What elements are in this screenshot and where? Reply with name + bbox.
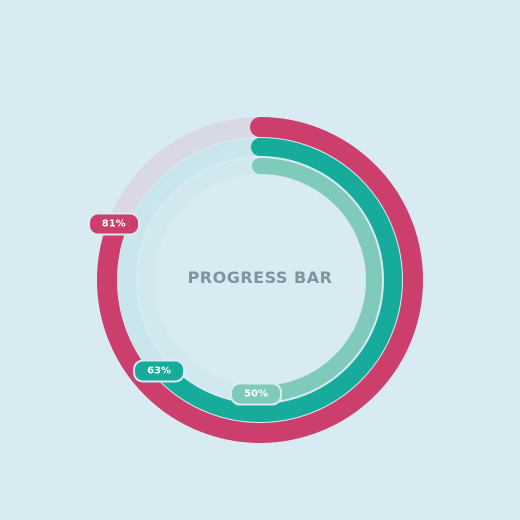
progress-widget: PROGRESS BAR 81% 63% 50% [0,0,520,520]
progress-rings [97,117,423,443]
outer-ring-badge: 81% [87,212,140,236]
middle-ring-badge: 63% [133,359,186,383]
progress-title: PROGRESS BAR [187,268,333,287]
inner-ring-badge: 50% [230,382,282,406]
